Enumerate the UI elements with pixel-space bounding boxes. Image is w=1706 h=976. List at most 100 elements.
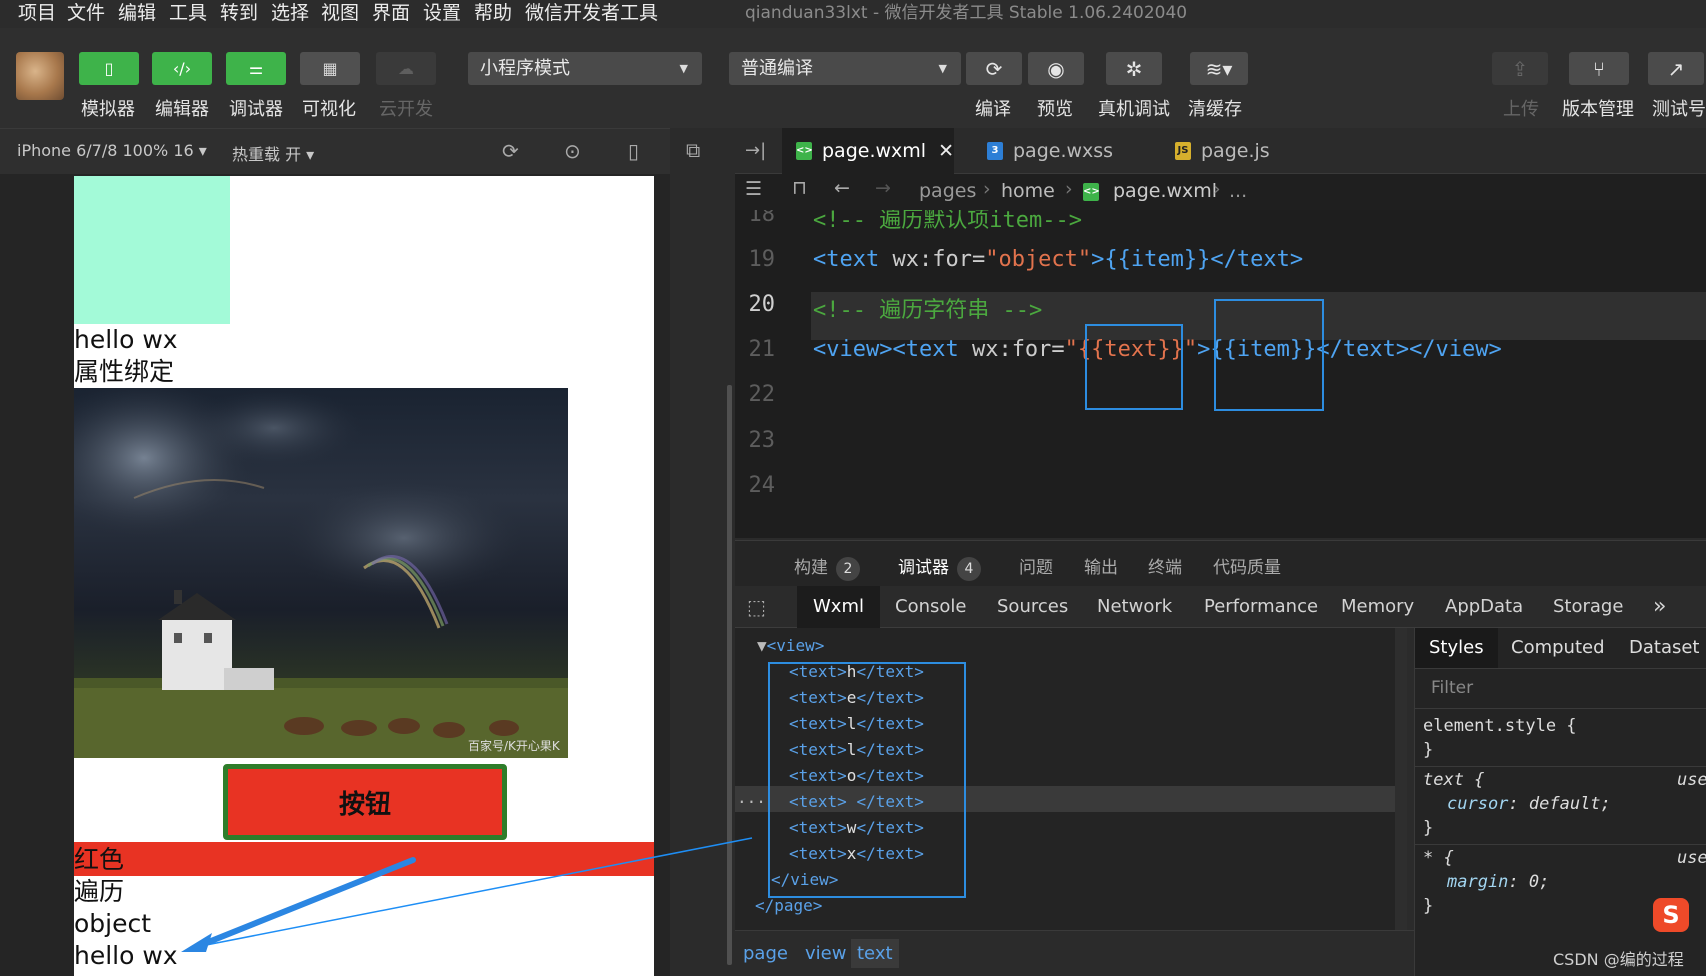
refresh-icon: ⟳ — [985, 56, 1003, 81]
style-property: cursor — [1447, 794, 1509, 814]
real-debug-button[interactable]: ✲ — [1106, 52, 1162, 85]
red-button[interactable]: 按钮 — [223, 764, 507, 840]
object-text: object — [74, 909, 152, 938]
debugger-button[interactable]: ⚌ — [226, 52, 286, 85]
image-watermark: 百家号/K开心果K — [468, 738, 561, 753]
cloud-icon: ☁ — [398, 59, 414, 78]
cloud-button[interactable]: ☁ — [376, 52, 436, 85]
close-icon[interactable]: ✕ — [938, 140, 954, 162]
mode-select[interactable]: 小程序模式 ▼ — [468, 52, 702, 85]
menu-file[interactable]: 文件 — [67, 0, 105, 26]
stop-icon[interactable]: ⊙ — [564, 139, 581, 163]
tab-sources[interactable]: Sources — [997, 586, 1068, 628]
avatar[interactable] — [16, 52, 64, 100]
version-button[interactable]: ⑂ — [1569, 52, 1629, 85]
path-item[interactable]: view — [805, 943, 846, 964]
bug-icon: ✲ — [1125, 56, 1143, 81]
preview-button[interactable]: ◉ — [1028, 52, 1084, 85]
styles-pane: Styles Computed Dataset Filter element.s… — [1414, 628, 1706, 976]
breadcrumb-item[interactable]: pages — [919, 180, 976, 202]
watermark: CSDN @编的过程 — [1553, 950, 1684, 969]
path-item-active[interactable]: text — [851, 939, 899, 968]
tab-console[interactable]: Console — [895, 586, 966, 628]
code-token: " — [1064, 337, 1078, 362]
caret-down-icon: ▼ — [679, 62, 688, 75]
tab-performance[interactable]: Performance — [1204, 586, 1318, 628]
tab-wxml[interactable]: Wxml — [797, 586, 880, 628]
tree-node-view[interactable]: ▼<view> — [757, 636, 824, 655]
upload-label: 上传 — [1503, 99, 1539, 120]
style-value: : default; — [1508, 794, 1611, 814]
mint-block — [74, 176, 230, 324]
tab-dataset[interactable]: Dataset — [1629, 628, 1700, 668]
more-tabs-icon[interactable]: » — [1653, 586, 1666, 628]
clear-cache-label: 清缓存 — [1188, 99, 1242, 120]
style-rule-selector: element.style { — [1423, 716, 1577, 736]
tab-page-wxss[interactable]: 3 page.wxss — [963, 128, 1131, 174]
tree-node-page-close[interactable]: </page> — [755, 896, 822, 915]
tab-page-wxml[interactable]: <> page.wxml ✕ — [782, 128, 954, 174]
bookmark-icon[interactable]: ⊓ — [792, 177, 807, 199]
style-rule-end: } — [1423, 896, 1434, 916]
menu-settings[interactable]: 设置 — [423, 0, 461, 26]
tab-network[interactable]: Network — [1097, 586, 1172, 628]
tab-output[interactable]: 输出 — [1084, 553, 1118, 578]
menu-project[interactable]: 项目 — [18, 0, 56, 26]
simulator-button[interactable]: ▯ — [79, 52, 139, 85]
style-rule-source[interactable]: use — [1677, 770, 1706, 790]
style-rule-source[interactable]: use — [1677, 848, 1706, 868]
menu-tools[interactable]: 工具 — [169, 0, 207, 26]
simulator-scrollbar[interactable] — [727, 385, 732, 965]
hello-text: hello wx — [74, 325, 178, 354]
tab-issues[interactable]: 问题 — [1019, 553, 1053, 578]
menu-goto[interactable]: 转到 — [220, 0, 258, 26]
wxml-scrollbar[interactable] — [1395, 628, 1407, 930]
hot-reload-toggle[interactable]: 热重载 开 ▾ — [232, 141, 314, 165]
tab-appdata[interactable]: AppData — [1445, 586, 1523, 628]
breadcrumb-item[interactable]: home — [1001, 180, 1055, 202]
style-rule-end: } — [1423, 818, 1434, 838]
menu-help[interactable]: 帮助 — [474, 0, 512, 26]
eye-icon: ◉ — [1047, 56, 1065, 81]
visual-label: 可视化 — [302, 99, 356, 120]
tab-debugger[interactable]: 调试器 4 — [898, 553, 981, 581]
tab-memory[interactable]: Memory — [1341, 586, 1414, 628]
menu-select[interactable]: 选择 — [271, 0, 309, 26]
forward-icon[interactable]: → — [875, 177, 891, 199]
window-icon[interactable]: ⧉ — [686, 138, 700, 162]
inspect-icon[interactable]: ⬚ — [747, 586, 766, 628]
upload-button[interactable]: ⇪ — [1492, 52, 1548, 85]
editor-button[interactable]: ‹/› — [152, 52, 212, 85]
style-rule-selector: * { — [1423, 848, 1454, 868]
tab-terminal[interactable]: 终端 — [1148, 553, 1182, 578]
visual-button[interactable]: ▦ — [300, 52, 360, 85]
device-select[interactable]: iPhone 6/7/8 100% 16 ▾ — [17, 141, 207, 160]
caret-down-icon: ▼ — [938, 62, 947, 75]
tab-styles[interactable]: Styles — [1415, 628, 1498, 668]
filter-input[interactable]: Filter — [1431, 678, 1473, 698]
tab-quality[interactable]: 代码质量 — [1213, 553, 1281, 578]
menu-edit[interactable]: 编辑 — [118, 0, 156, 26]
back-icon[interactable]: ← — [834, 177, 850, 199]
node-ellipsis[interactable]: ... — [737, 788, 766, 807]
compile-button[interactable]: ⟳ — [966, 52, 1022, 85]
highlight-box — [1085, 324, 1183, 410]
phone-icon[interactable]: ▯ — [628, 139, 639, 163]
tab-computed[interactable]: Computed — [1511, 628, 1605, 668]
breadcrumb-item[interactable]: ... — [1229, 180, 1247, 202]
tab-page-js[interactable]: JS page.js — [1145, 128, 1313, 174]
test-button[interactable]: ↗ — [1648, 52, 1704, 85]
menu-interface[interactable]: 界面 — [372, 0, 410, 26]
breadcrumb-item[interactable]: page.wxml — [1113, 180, 1217, 202]
tab-build[interactable]: 构建 2 — [794, 553, 860, 581]
menu-wechat-devtools[interactable]: 微信开发者工具 — [525, 0, 658, 26]
tab-storage[interactable]: Storage — [1553, 586, 1623, 628]
path-item[interactable]: page — [743, 943, 788, 964]
menu-view[interactable]: 视图 — [321, 0, 359, 26]
list-icon[interactable]: ☰ — [745, 178, 762, 200]
sogou-ime-icon[interactable]: S — [1653, 898, 1689, 932]
clear-cache-button[interactable]: ≋▾ — [1190, 52, 1248, 85]
compile-mode-select[interactable]: 普通编译 ▼ — [729, 52, 961, 85]
collapse-icon[interactable]: →| — [745, 140, 766, 161]
refresh-icon[interactable]: ⟳ — [502, 139, 519, 163]
